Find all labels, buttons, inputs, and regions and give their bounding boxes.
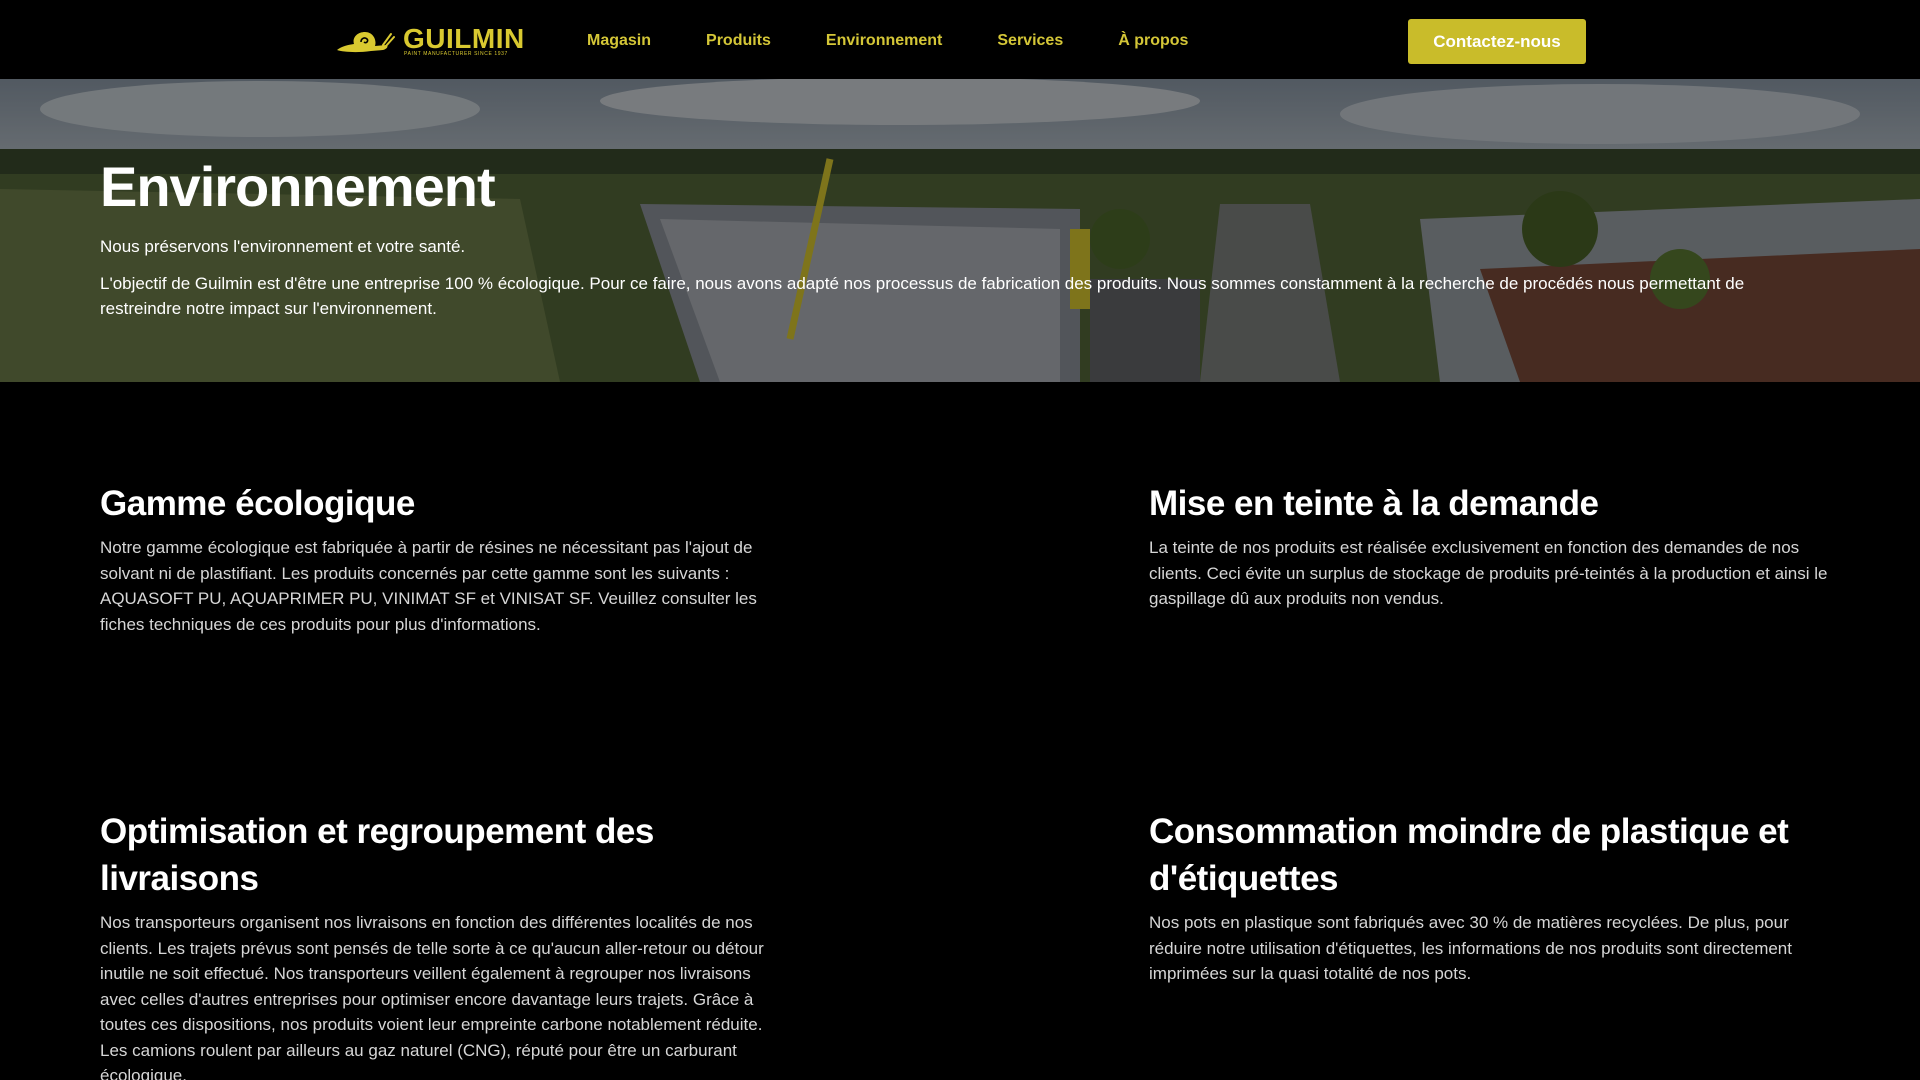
contact-button[interactable]: Contactez-nous [1408, 19, 1586, 64]
main-nav: Magasin Produits Environnement Services … [587, 30, 1188, 52]
section-gamme-ecologique: Gamme écologique Notre gamme écologique … [100, 480, 780, 637]
section-mise-en-teinte: Mise en teinte à la demande La teinte de… [1149, 480, 1829, 612]
hero-overlay [0, 79, 1920, 382]
brand-name: GUILMIN [403, 23, 525, 54]
guilmin-logo[interactable]: GUILMIN PAINT MANUFACTURER SINCE 1937 [335, 24, 528, 58]
nav-item-magasin[interactable]: Magasin [587, 32, 651, 50]
section-title: Gamme écologique [100, 484, 415, 523]
section-plastique-etiquettes: Consommation moindre de plastique et d'é… [1149, 808, 1829, 987]
snail-logo-icon [337, 32, 395, 53]
section-text: Nos transporteurs organisent nos livrais… [100, 913, 764, 1080]
section-livraisons: Optimisation et regroupement des livrais… [100, 808, 780, 1080]
page-title: Environnement [100, 155, 496, 218]
section-title: Optimisation et regroupement des livrais… [100, 812, 654, 898]
brand-tagline: PAINT MANUFACTURER SINCE 1937 [404, 51, 508, 57]
section-title: Consommation moindre de plastique et d'é… [1149, 812, 1789, 898]
nav-item-services[interactable]: Services [997, 32, 1063, 50]
section-text: Notre gamme écologique est fabriquée à p… [100, 538, 757, 634]
section-text: Nos pots en plastique sont fabriqués ave… [1149, 913, 1792, 983]
section-text: La teinte de nos produits est réalisée e… [1149, 538, 1828, 608]
nav-item-environnement[interactable]: Environnement [826, 32, 942, 50]
site-header: GUILMIN PAINT MANUFACTURER SINCE 1937 Ma… [0, 0, 1920, 79]
section-title: Mise en teinte à la demande [1149, 484, 1599, 523]
hero-description: L'objectif de Guilmin est d'être une ent… [100, 274, 1745, 318]
hero-subtitle: Nous préservons l'environnement et votre… [100, 237, 466, 256]
hero-banner: Environnement Nous préservons l'environn… [0, 79, 1920, 382]
nav-item-a-propos[interactable]: À propos [1118, 32, 1188, 50]
nav-item-produits[interactable]: Produits [706, 32, 771, 50]
